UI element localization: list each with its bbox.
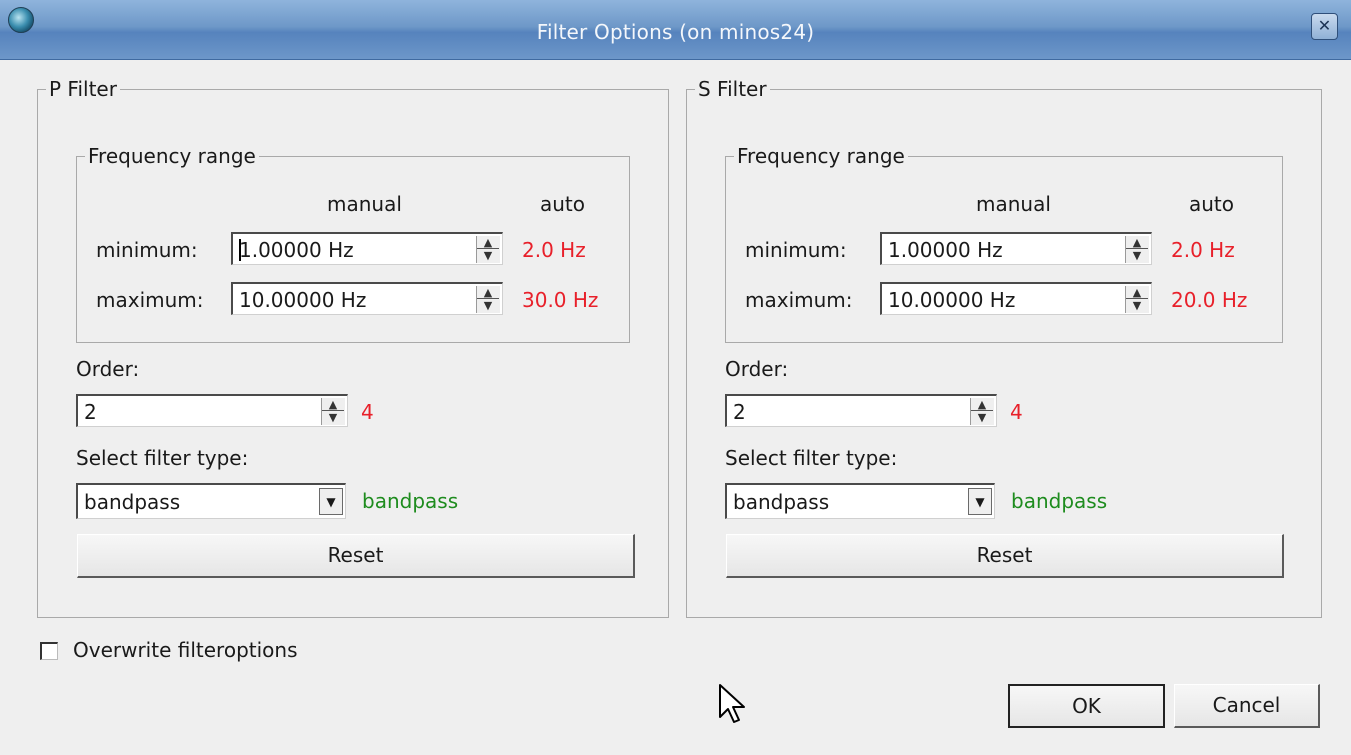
spin-up-icon[interactable]: ▲ bbox=[477, 236, 499, 249]
p-reset-button[interactable]: Reset bbox=[77, 534, 635, 578]
s-frequency-range-title: Frequency range bbox=[734, 144, 908, 168]
p-manual-header: manual bbox=[327, 192, 402, 216]
p-filter-type-value: bandpass bbox=[84, 490, 181, 514]
spin-down-icon[interactable]: ▼ bbox=[477, 249, 499, 262]
spin-up-icon[interactable]: ▲ bbox=[1126, 236, 1148, 249]
spin-down-icon[interactable]: ▼ bbox=[971, 411, 993, 424]
spin-up-icon[interactable]: ▲ bbox=[477, 286, 499, 299]
spin-down-icon[interactable]: ▼ bbox=[1126, 249, 1148, 262]
text-cursor bbox=[239, 239, 241, 261]
s-minimum-value: 1.00000 Hz bbox=[888, 238, 1003, 262]
window-title: Filter Options (on minos24) bbox=[536, 20, 815, 44]
s-maximum-value: 10.00000 Hz bbox=[888, 288, 1016, 312]
s-order-label: Order: bbox=[725, 357, 789, 381]
p-order-value: 2 bbox=[84, 400, 97, 424]
s-filter-type-label: Select filter type: bbox=[725, 446, 898, 470]
s-maximum-spinbox[interactable]: 10.00000 Hz ▲ ▼ bbox=[880, 282, 1152, 315]
p-minimum-stepper[interactable]: ▲ ▼ bbox=[476, 236, 500, 263]
s-manual-header: manual bbox=[976, 192, 1051, 216]
s-filter-title: S Filter bbox=[695, 77, 770, 101]
ok-button[interactable]: OK bbox=[1008, 684, 1165, 728]
s-minimum-label: minimum: bbox=[745, 238, 847, 262]
p-filter-type-label: Select filter type: bbox=[76, 446, 249, 470]
overwrite-checkbox[interactable] bbox=[40, 642, 58, 660]
p-minimum-label: minimum: bbox=[96, 238, 198, 262]
s-minimum-stepper[interactable]: ▲ ▼ bbox=[1125, 236, 1149, 263]
s-filter-type-select[interactable]: bandpass ▼ bbox=[725, 483, 995, 519]
p-order-spinbox[interactable]: 2 ▲ ▼ bbox=[76, 394, 348, 427]
s-minimum-auto: 2.0 Hz bbox=[1171, 238, 1235, 262]
p-maximum-spinbox[interactable]: 10.00000 Hz ▲ ▼ bbox=[231, 282, 503, 315]
p-maximum-label: maximum: bbox=[96, 288, 204, 312]
p-filter-title: P Filter bbox=[46, 77, 120, 101]
s-filter-group: S Filter Frequency range manual auto min… bbox=[686, 77, 1322, 618]
p-filter-type-select[interactable]: bandpass ▼ bbox=[76, 483, 346, 519]
p-filter-group: P Filter Frequency range manual auto min… bbox=[37, 77, 669, 618]
mouse-pointer-icon bbox=[719, 684, 745, 723]
p-frequency-range-title: Frequency range bbox=[85, 144, 259, 168]
overwrite-label[interactable]: Overwrite filteroptions bbox=[73, 638, 298, 662]
spin-down-icon[interactable]: ▼ bbox=[322, 411, 344, 424]
close-button[interactable]: ✕ bbox=[1311, 13, 1338, 40]
p-order-stepper[interactable]: ▲ ▼ bbox=[321, 398, 345, 425]
s-minimum-spinbox[interactable]: 1.00000 Hz ▲ ▼ bbox=[880, 232, 1152, 265]
s-filter-type-auto: bandpass bbox=[1011, 489, 1108, 513]
s-auto-header: auto bbox=[1189, 192, 1235, 216]
p-minimum-spinbox[interactable]: 1.00000 Hz ▲ ▼ bbox=[231, 232, 503, 265]
p-filter-type-auto: bandpass bbox=[362, 489, 459, 513]
s-order-auto: 4 bbox=[1010, 400, 1023, 424]
spin-down-icon[interactable]: ▼ bbox=[477, 299, 499, 312]
spin-up-icon[interactable]: ▲ bbox=[1126, 286, 1148, 299]
p-maximum-stepper[interactable]: ▲ ▼ bbox=[476, 286, 500, 313]
title-bar[interactable]: Filter Options (on minos24) ✕ bbox=[0, 0, 1351, 60]
s-maximum-stepper[interactable]: ▲ ▼ bbox=[1125, 286, 1149, 313]
s-filter-type-value: bandpass bbox=[733, 490, 830, 514]
p-minimum-value: 1.00000 Hz bbox=[239, 238, 354, 262]
dropdown-arrow-icon[interactable]: ▼ bbox=[968, 488, 992, 515]
s-reset-button[interactable]: Reset bbox=[726, 534, 1284, 578]
s-order-spinbox[interactable]: 2 ▲ ▼ bbox=[725, 394, 997, 427]
spin-up-icon[interactable]: ▲ bbox=[971, 398, 993, 411]
s-maximum-label: maximum: bbox=[745, 288, 853, 312]
s-order-stepper[interactable]: ▲ ▼ bbox=[970, 398, 994, 425]
p-auto-header: auto bbox=[540, 192, 586, 216]
cancel-button[interactable]: Cancel bbox=[1174, 684, 1320, 728]
spin-down-icon[interactable]: ▼ bbox=[1126, 299, 1148, 312]
p-minimum-auto: 2.0 Hz bbox=[522, 238, 586, 262]
s-order-value: 2 bbox=[733, 400, 746, 424]
spin-up-icon[interactable]: ▲ bbox=[322, 398, 344, 411]
p-maximum-auto: 30.0 Hz bbox=[522, 288, 599, 312]
p-order-auto: 4 bbox=[361, 400, 374, 424]
s-maximum-auto: 20.0 Hz bbox=[1171, 288, 1248, 312]
dropdown-arrow-icon[interactable]: ▼ bbox=[319, 488, 343, 515]
p-order-label: Order: bbox=[76, 357, 140, 381]
p-maximum-value: 10.00000 Hz bbox=[239, 288, 367, 312]
